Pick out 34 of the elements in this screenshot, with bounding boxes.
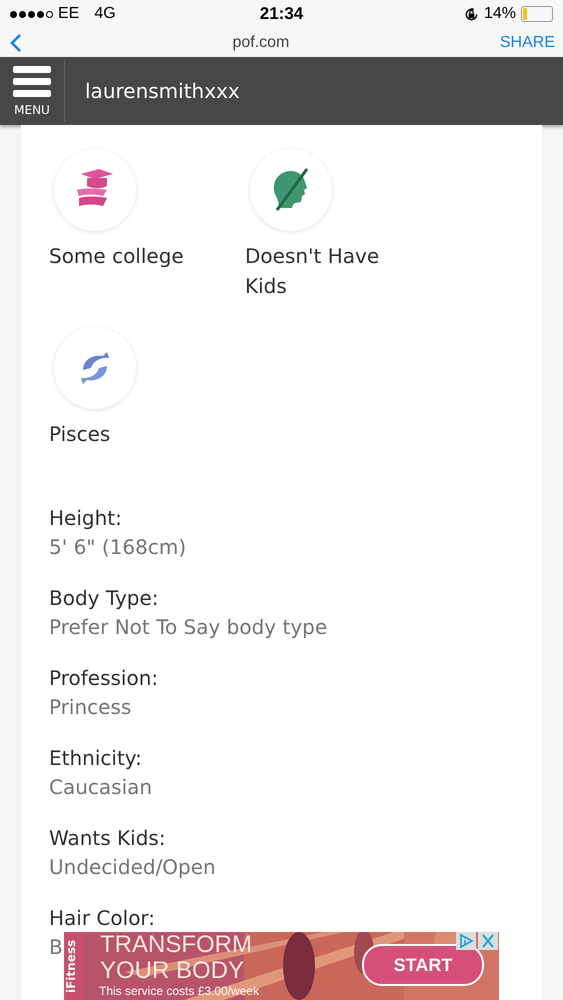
carrier-label: EE — [58, 5, 80, 23]
detail-value: Prefer Not To Say body type — [49, 614, 328, 641]
close-icon[interactable] — [478, 932, 498, 950]
detail-label: Body Type: — [49, 585, 159, 612]
detail-value: B — [49, 934, 63, 961]
menu-icon — [13, 66, 51, 98]
detail-label: Ethnicity: — [49, 745, 142, 772]
url-label: pof.com — [232, 34, 290, 52]
clock: 21:34 — [260, 4, 304, 24]
detail-label: Height: — [49, 505, 122, 532]
ad-disclaimer: This service costs £3.00/week — [99, 984, 260, 998]
menu-button[interactable]: MENU — [0, 60, 65, 122]
detail-value: Princess — [49, 694, 132, 721]
detail-label: Wants Kids: — [49, 825, 166, 852]
brand-label: iFitness — [64, 932, 83, 1000]
badge-label: Pisces — [49, 421, 112, 448]
ad-headline: YOUR BODY — [100, 958, 246, 984]
badge-label: Doesn't Have Kids — [245, 243, 380, 300]
rotation-lock-icon — [464, 6, 479, 22]
start-button[interactable]: START — [362, 944, 484, 986]
share-button[interactable]: SHARE — [500, 34, 555, 52]
detail-value: Undecided/Open — [49, 854, 216, 881]
detail-label: Profession: — [49, 665, 158, 692]
network-label: 4G — [94, 5, 116, 23]
back-icon[interactable] — [10, 32, 22, 52]
detail-value: 5' 6" (168cm) — [49, 534, 186, 561]
ad-info-icon[interactable] — [456, 932, 476, 950]
battery-icon — [520, 6, 553, 22]
battery-percent: 14% — [484, 5, 516, 23]
username: laurensmithxxx — [85, 79, 240, 103]
ad-headline: TRANSFORM — [100, 932, 252, 958]
detail-value: Caucasian — [49, 774, 152, 801]
detail-label: Hair Color: — [49, 905, 156, 932]
badge-label: Some college — [49, 243, 185, 270]
